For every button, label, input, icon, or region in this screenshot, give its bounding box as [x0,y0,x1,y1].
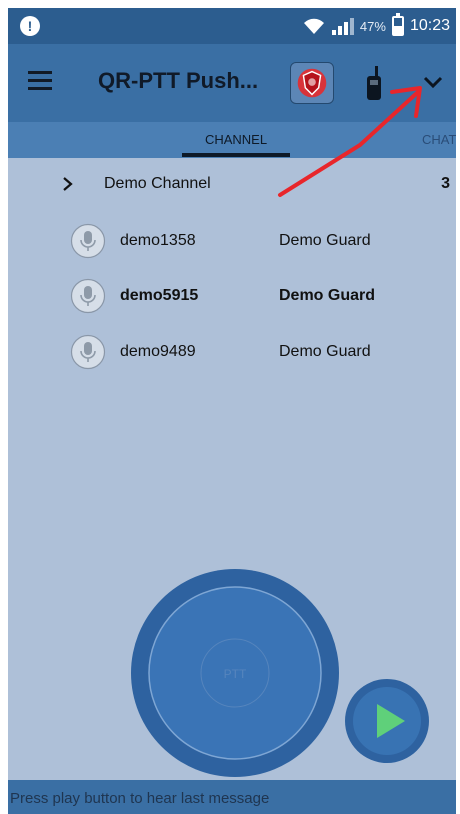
member-name: demo5915 [120,287,199,304]
chevron-right-icon[interactable] [62,176,74,192]
member-role: Demo Guard [279,287,376,304]
ptt-label: PTT [224,667,247,681]
status-bar: ! 47% 10:23 [8,8,456,44]
hamburger-menu-icon[interactable] [28,71,52,91]
member-row[interactable]: demo5915 Demo Guard [8,274,456,318]
tab-bar: CHANNEL CHAT [8,122,456,158]
app-bar: QR-PTT Push... [8,44,456,122]
member-name: demo9489 [120,343,196,360]
battery-percent: 47% [359,18,386,34]
channel-member-count: 3 [441,175,450,192]
status-icons: 47% 10:23 [302,8,450,44]
channel-row[interactable]: Demo Channel 3 [8,164,456,204]
hint-bar: Press play button to hear last message [8,780,456,814]
channel-name: Demo Channel [104,175,211,192]
phone-screen: ! 47% 10:23 QR-PTT Push... CHANNEL CHAT … [8,8,456,814]
signal-icon [331,17,354,35]
microphone-icon [70,278,106,314]
microphone-icon [70,334,106,370]
chevron-down-icon[interactable] [422,74,444,90]
member-role: Demo Guard [279,232,371,249]
wifi-icon [303,18,324,34]
tab-selected-indicator [182,153,290,157]
hint-text: Press play button to hear last message [10,790,270,807]
member-row[interactable]: demo9489 Demo Guard [8,330,456,374]
tab-chat[interactable]: CHAT [422,122,456,158]
microphone-icon [70,223,106,259]
play-button[interactable] [344,678,430,764]
app-title: QR-PTT Push... [98,68,259,93]
alert-icon: ! [20,16,40,36]
walkie-talkie-icon[interactable] [363,66,385,102]
push-to-talk-button[interactable]: PTT [130,568,340,778]
battery-fill [393,26,402,34]
member-name: demo1358 [120,232,196,249]
clock: 10:23 [409,17,450,34]
shield-logo-icon[interactable] [290,62,334,104]
member-role: Demo Guard [279,343,371,360]
member-row[interactable]: demo1358 Demo Guard [8,219,456,263]
battery-icon [391,13,404,36]
